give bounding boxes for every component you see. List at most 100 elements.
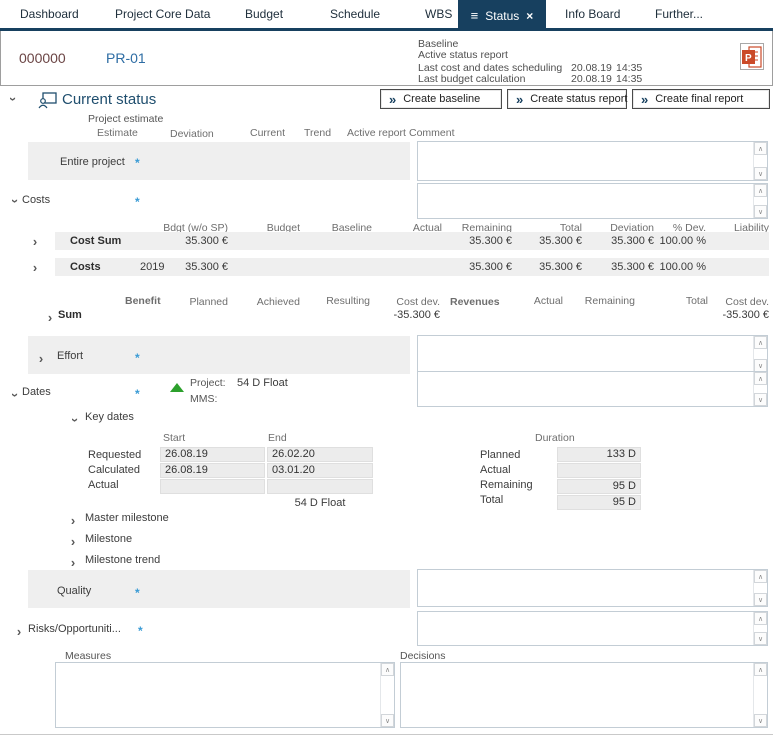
scroll-down-icon[interactable]: ∨ (754, 632, 767, 645)
requested-label: Requested (88, 449, 141, 461)
scrollbar[interactable]: ∧ ∨ (753, 184, 767, 218)
nav-item-further[interactable]: Further... (655, 0, 703, 28)
duration-header: Duration (535, 432, 575, 444)
revenues-header: Revenues (450, 296, 500, 308)
scroll-up-icon[interactable]: ∧ (754, 336, 767, 349)
expand-risks-chevron[interactable]: › (14, 627, 24, 637)
hamburger-icon[interactable]: ≡ (471, 9, 479, 22)
project-header-panel: 000000 PR-01 Baseline Active status repo… (0, 31, 773, 86)
scroll-up-icon[interactable]: ∧ (381, 663, 394, 676)
expand-milestone-chevron[interactable]: › (68, 537, 78, 547)
actual-label: Actual (88, 479, 119, 491)
quality-comment-box[interactable]: ∧ ∨ (417, 569, 768, 607)
expand-costs-year-chevron[interactable]: › (30, 263, 40, 273)
calculated-start-cell: 26.08.19 (160, 463, 265, 478)
project-number: 000000 (19, 50, 66, 66)
powerpoint-export-button[interactable]: P (740, 43, 764, 70)
planned-duration-label: Planned (480, 449, 520, 461)
scroll-down-icon[interactable]: ∨ (754, 167, 767, 180)
effort-comment-box[interactable]: ∧ ∨ (417, 335, 768, 373)
costs-label: Costs (22, 194, 50, 206)
create-final-report-button[interactable]: » Create final report (632, 89, 770, 109)
scrollbar[interactable]: ∧ ∨ (753, 612, 767, 645)
costs-year-remaining: 35.300 € (442, 261, 512, 273)
expand-master-milestone-chevron[interactable]: › (68, 516, 78, 526)
nav-item-budget[interactable]: Budget (245, 0, 283, 28)
dates-comment-box[interactable]: ∧ ∨ (417, 371, 768, 407)
create-final-report-label: Create final report (655, 93, 743, 105)
estimate-header: Estimate (97, 127, 138, 139)
costs-year-row: Costs 2019 35.300 € 35.300 € 35.300 € 35… (55, 258, 769, 276)
decisions-textarea[interactable]: ∧ ∨ (400, 662, 768, 728)
scroll-down-icon[interactable]: ∨ (381, 714, 394, 727)
nav-item-info-board[interactable]: Info Board (565, 0, 620, 28)
costs-year-pct-dev: 100.00 % (654, 261, 706, 273)
svg-text:P: P (745, 53, 752, 64)
scroll-down-icon[interactable]: ∨ (754, 714, 767, 727)
scroll-up-icon[interactable]: ∧ (754, 663, 767, 676)
cost-sum-deviation: 35.300 € (582, 235, 654, 247)
close-tab-icon[interactable]: × (526, 9, 533, 23)
milestone-trend-label: Milestone trend (85, 554, 160, 566)
scroll-up-icon[interactable]: ∧ (754, 184, 767, 197)
revenues-actual-header: Actual (500, 295, 563, 307)
revenues-total-header: Total (635, 295, 708, 307)
float-note: 54 D Float (267, 497, 373, 509)
scroll-up-icon[interactable]: ∧ (754, 570, 767, 583)
scroll-down-icon[interactable]: ∨ (754, 593, 767, 606)
effort-marker-icon: * (135, 355, 140, 361)
nav-item-schedule[interactable]: Schedule (330, 0, 380, 28)
last-budget-time: 14:35 (616, 73, 642, 85)
scrollbar[interactable]: ∧ ∨ (753, 372, 767, 406)
cost-sum-row: Cost Sum 35.300 € 35.300 € 35.300 € 35.3… (55, 232, 769, 250)
measures-textarea[interactable]: ∧ ∨ (55, 662, 395, 728)
trend-up-icon (170, 383, 184, 392)
revenues-cost-dev-header: Cost dev. (700, 296, 769, 308)
collapse-key-dates-chevron[interactable]: › (70, 415, 80, 425)
scrollbar[interactable]: ∧ ∨ (753, 336, 767, 372)
scroll-up-icon[interactable]: ∧ (754, 142, 767, 155)
double-arrow-icon: » (641, 92, 648, 107)
collapse-current-status-chevron[interactable]: › (8, 94, 18, 104)
scroll-up-icon[interactable]: ∧ (754, 372, 767, 385)
nav-item-dashboard[interactable]: Dashboard (20, 0, 79, 28)
double-arrow-icon: » (389, 92, 396, 107)
scroll-down-icon[interactable]: ∨ (754, 205, 767, 218)
dates-marker-icon: * (135, 391, 140, 397)
planned-duration-cell: 133 D (557, 447, 641, 462)
expand-cost-sum-chevron[interactable]: › (30, 237, 40, 247)
entire-project-label: Entire project (60, 156, 125, 168)
scroll-up-icon[interactable]: ∧ (754, 612, 767, 625)
expand-sum-chevron[interactable]: › (45, 313, 55, 323)
scroll-down-icon[interactable]: ∨ (754, 393, 767, 406)
expand-milestone-trend-chevron[interactable]: › (68, 558, 78, 568)
scrollbar[interactable]: ∧ ∨ (380, 663, 394, 727)
cost-sum-remaining: 35.300 € (442, 235, 512, 247)
costs-year-deviation: 35.300 € (582, 261, 654, 273)
scrollbar[interactable]: ∧ ∨ (753, 570, 767, 606)
collapse-dates-chevron[interactable]: › (10, 390, 20, 400)
costs-marker-icon: * (135, 199, 140, 205)
milestone-label: Milestone (85, 533, 132, 545)
scrollbar[interactable]: ∧ ∨ (753, 142, 767, 180)
total-duration-cell: 95 D (557, 495, 641, 510)
requested-start-cell: 26.08.19 (160, 447, 265, 462)
create-baseline-button[interactable]: » Create baseline (380, 89, 502, 109)
quality-marker-icon: * (135, 590, 140, 596)
collapse-costs-chevron[interactable]: › (10, 196, 20, 206)
expand-effort-chevron[interactable]: › (36, 354, 46, 364)
nav-item-wbs[interactable]: WBS (425, 0, 452, 28)
create-status-report-button[interactable]: » Create status report (507, 89, 627, 109)
entire-project-comment-box[interactable]: ∧ ∨ (417, 141, 768, 181)
active-status-report-label: Active status report (418, 49, 508, 61)
tab-status-active[interactable]: ≡ Status × (458, 0, 546, 31)
calculated-end-cell: 03.01.20 (267, 463, 373, 478)
costs-comment-box[interactable]: ∧ ∨ (417, 183, 768, 219)
achieved-header: Achieved (228, 296, 300, 308)
dates-project-label: Project: (190, 377, 226, 389)
sum-revenue-cost-dev: -35.300 € (700, 309, 769, 321)
scrollbar[interactable]: ∧ ∨ (753, 663, 767, 727)
risks-comment-box[interactable]: ∧ ∨ (417, 611, 768, 646)
nav-item-project-core-data[interactable]: Project Core Data (115, 0, 210, 28)
total-duration-label: Total (480, 494, 503, 506)
